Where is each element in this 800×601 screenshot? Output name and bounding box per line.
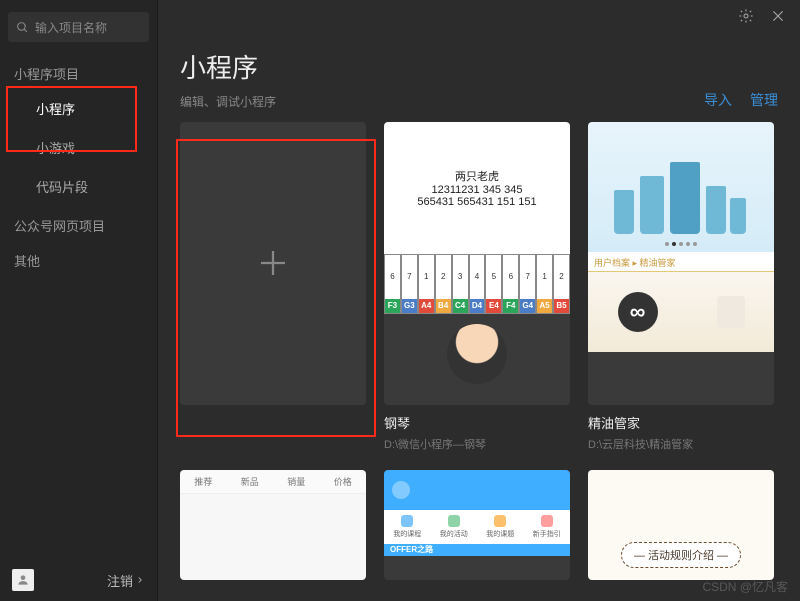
project-card-row2-3[interactable]: — 活动规则介绍 —: [588, 470, 774, 580]
oil-thumb-hero: [588, 122, 774, 252]
project-title: 钢琴: [384, 413, 570, 432]
project-title: 精油管家: [588, 413, 774, 432]
sidebar-group-other[interactable]: 其他: [0, 241, 157, 276]
close-icon[interactable]: [770, 8, 786, 24]
project-card-piano[interactable]: 两只老虎 12311231 345 345 565431 565431 151 …: [384, 122, 570, 452]
search-placeholder: 输入项目名称: [35, 19, 107, 36]
sidebar-group-official[interactable]: 公众号网页项目: [0, 206, 157, 241]
import-link[interactable]: 导入: [704, 90, 732, 110]
plus-icon: [255, 245, 291, 281]
thumb-tabs: 推荐 新品 销量 价格: [180, 470, 366, 494]
thumb-icon-row: 我的课程 我的活动 我的课题 新手指引: [384, 510, 570, 544]
gear-icon[interactable]: [738, 8, 754, 24]
sidebar-group-mini: 小程序项目: [0, 54, 157, 89]
logout-button[interactable]: 注销: [107, 571, 145, 590]
user-avatar[interactable]: [12, 569, 34, 591]
search-input[interactable]: 输入项目名称: [8, 12, 149, 42]
manage-link[interactable]: 管理: [750, 90, 778, 110]
infinity-icon: ∞: [618, 292, 658, 332]
new-project-card[interactable]: [180, 122, 366, 452]
offer-strip: OFFER之路: [384, 544, 570, 556]
thumb-banner: [384, 470, 570, 510]
piano-thumb-text: 两只老虎 12311231 345 345 565431 565431 151 …: [384, 122, 570, 254]
main-panel: 小程序 编辑、调试小程序 导入 管理 两只老虎 12311231 34: [158, 0, 800, 601]
oil-thumb-mid: ∞: [588, 272, 774, 352]
page-title: 小程序: [180, 48, 276, 85]
bell-icon: [392, 481, 410, 499]
titlebar: [158, 0, 800, 32]
oil-brand-bar: 用户档案 ▸ 精油管家: [588, 252, 774, 272]
chevron-right-icon: [135, 575, 145, 585]
project-path: D:\云层科技\精油管家: [588, 436, 774, 452]
project-path: D:\微信小程序—钢琴: [384, 436, 570, 452]
search-icon: [16, 21, 29, 34]
project-card-oil[interactable]: 用户档案 ▸ 精油管家 ∞ 精油管家 D:\云层科技\精油管家: [588, 122, 774, 452]
project-card-row2-1[interactable]: 推荐 新品 销量 价格: [180, 470, 366, 580]
sidebar-item-miniapp[interactable]: 小程序: [0, 89, 157, 128]
rule-pill: — 活动规则介绍 —: [621, 542, 741, 568]
sidebar-item-minigame[interactable]: 小游戏: [0, 128, 157, 167]
project-card-row2-2[interactable]: 我的课程 我的活动 我的课题 新手指引 OFFER之路: [384, 470, 570, 580]
page-subtitle: 编辑、调试小程序: [180, 93, 276, 110]
project-grid: 两只老虎 12311231 345 345 565431 565431 151 …: [158, 122, 800, 601]
piano-avatar: [447, 324, 507, 384]
piano-keys: 6F37G31A42B43C44D45E46F47G41A52B5: [384, 254, 570, 314]
sidebar-item-snippet[interactable]: 代码片段: [0, 167, 157, 206]
sidebar: 输入项目名称 小程序项目 小程序 小游戏 代码片段 公众号网页项目 其他 注销: [0, 0, 158, 601]
